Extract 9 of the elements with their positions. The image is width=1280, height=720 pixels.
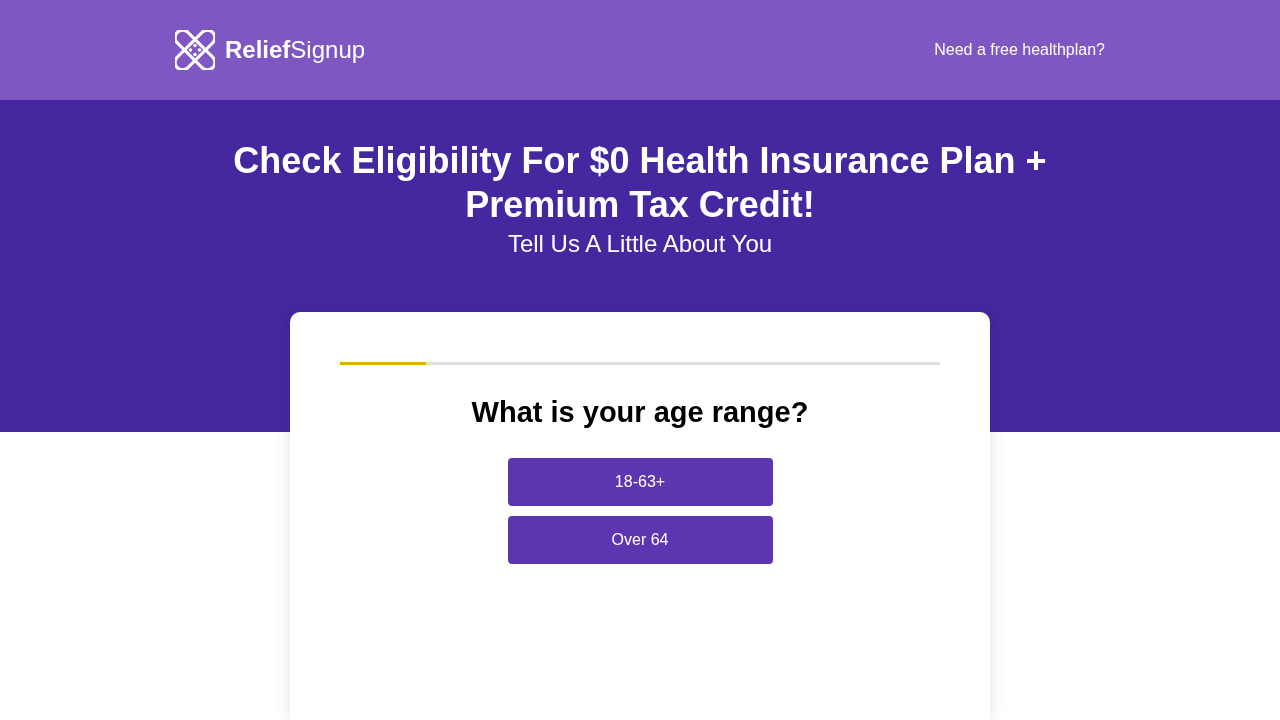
answer-option-button[interactable]: 18-63+	[507, 458, 773, 506]
hero-title: Check Eligibility For $0 Health Insurance Plan + Premium Tax Credit!	[232, 139, 1048, 227]
logo-text: ReliefSignup	[225, 38, 366, 62]
answer-option-button[interactable]: Over 64	[507, 516, 773, 564]
nav-link[interactable]: Need a free healthplan?	[934, 38, 1105, 62]
logo-link[interactable]: ReliefSignup	[175, 30, 366, 70]
bandage-logo-icon	[175, 30, 215, 70]
question-heading: What is your age range?	[470, 395, 810, 430]
hero-subtitle: Tell Us A Little About You	[506, 229, 774, 259]
